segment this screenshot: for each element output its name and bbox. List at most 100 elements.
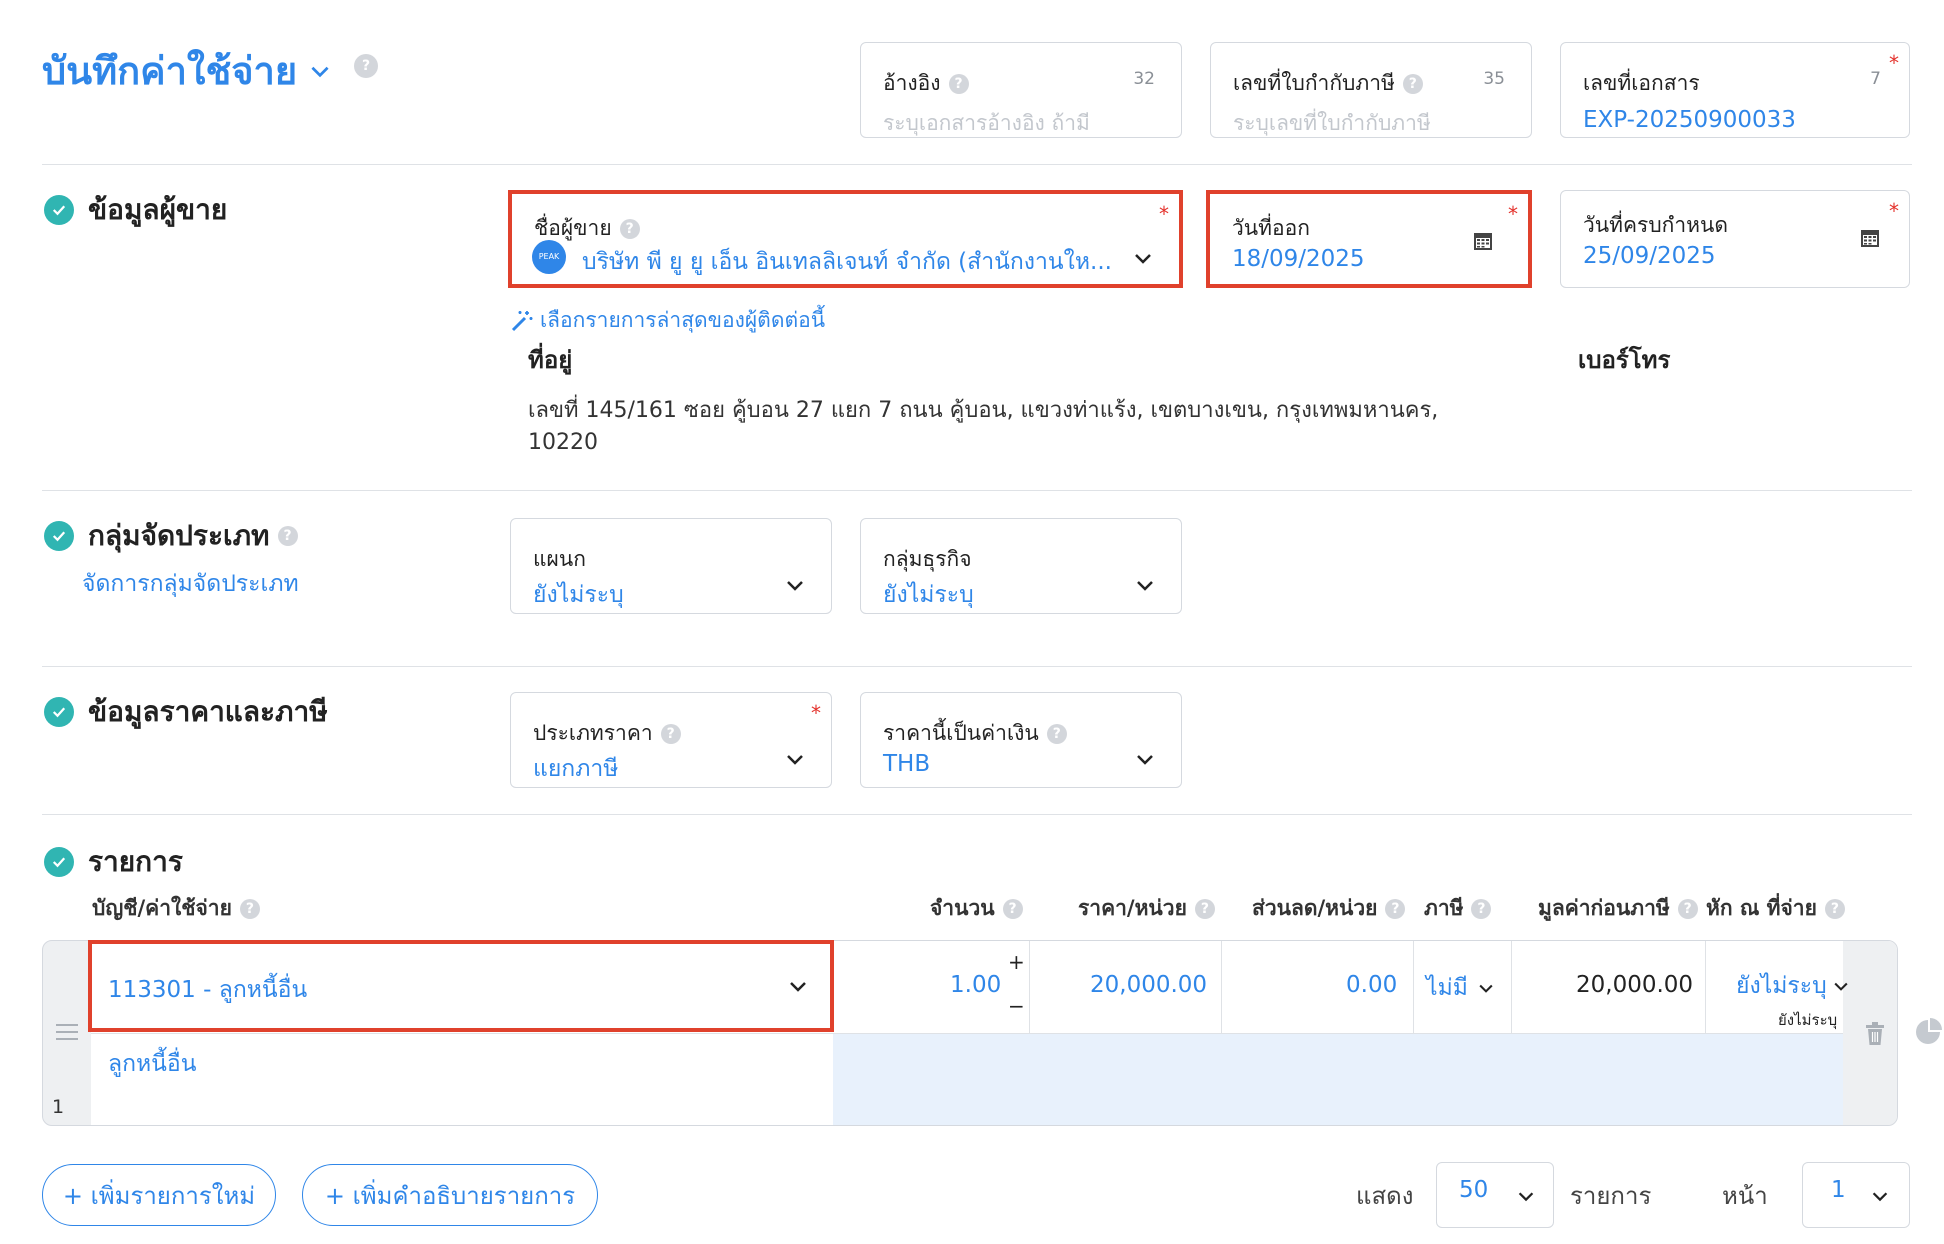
item-description-input[interactable]: ลูกหนี้อื่น	[108, 1046, 196, 1082]
help-icon[interactable]: ?	[1046, 724, 1067, 744]
add-description-button[interactable]: + เพิ่มคำอธิบายรายการ	[302, 1164, 598, 1226]
row-number: 1	[52, 1096, 65, 1118]
trash-icon[interactable]	[1864, 1022, 1886, 1046]
doc-number-field[interactable]: เลขที่เอกสาร 7 * EXP-20250900033	[1560, 42, 1910, 138]
add-item-button[interactable]: + เพิ่มรายการใหม่	[42, 1164, 276, 1226]
calendar-icon[interactable]	[1472, 230, 1494, 252]
currency-value: THB	[883, 751, 931, 777]
price-type-value: แยกภาษี	[533, 756, 619, 782]
chevron-down-icon	[1479, 984, 1493, 993]
help-icon[interactable]: ?	[277, 526, 298, 546]
required-mark: *	[1159, 202, 1169, 226]
chevron-down-icon	[787, 755, 803, 765]
chevron-down-icon	[1135, 254, 1151, 264]
qty-input[interactable]: 1.00	[950, 972, 1001, 998]
wht-select[interactable]: ยังไม่ระบุ	[1736, 968, 1851, 1004]
business-group-value: ยังไม่ระบุ	[883, 582, 974, 608]
address-line1: เลขที่ 145/161 ซอย คู้บอน 27 แยก 7 ถนน ค…	[528, 398, 1439, 423]
issue-date-label: วันที่ออก	[1232, 216, 1310, 240]
items-label: รายการ	[1570, 1182, 1652, 1210]
help-icon[interactable]: ?	[239, 899, 260, 919]
price-type-select[interactable]: ประเภทราคา? * แยกภาษี	[510, 692, 832, 788]
qty-decrement-button[interactable]: −	[1008, 994, 1025, 1018]
help-icon[interactable]: ?	[619, 219, 640, 239]
help-icon[interactable]: ?	[1002, 899, 1023, 919]
help-icon[interactable]: ?	[1402, 74, 1423, 94]
col-header-account: บัญชี/ค่าใช้จ่าย?	[92, 892, 260, 925]
due-date-field[interactable]: วันที่ครบกำหนด * 25/09/2025	[1560, 190, 1910, 288]
vendor-name-field[interactable]: ชื่อผู้ขาย? * PEAK บริษัท พี ยู ยู เอ็น …	[508, 190, 1183, 288]
help-icon[interactable]: ?	[948, 74, 969, 94]
help-icon[interactable]: ?	[1194, 899, 1215, 919]
wht-subtext: ยังไม่ระบุ	[1778, 1011, 1838, 1029]
col-header-unit-price: ราคา/หน่วย?	[1078, 892, 1215, 925]
page-select[interactable]: 1	[1802, 1162, 1910, 1228]
col-header-qty: จำนวน?	[930, 892, 1023, 925]
help-icon[interactable]: ?	[1677, 899, 1698, 919]
issue-date-field[interactable]: วันที่ออก * 18/09/2025	[1206, 190, 1532, 288]
doc-number-label: เลขที่เอกสาร	[1583, 71, 1700, 95]
pie-chart-icon[interactable]	[1914, 1018, 1942, 1046]
currency-select[interactable]: ราคานี้เป็นค่าเงิน? THB	[860, 692, 1182, 788]
account-value: 113301 - ลูกหนี้อื่น	[108, 977, 308, 1003]
col-header-pre-tax: มูลค่าก่อนภาษี?	[1538, 892, 1698, 925]
department-label: แผนก	[533, 547, 586, 571]
check-circle-icon	[44, 521, 74, 551]
help-icon[interactable]: ?	[354, 54, 378, 78]
recent-items-link[interactable]: เลือกรายการล่าสุดของผู้ติดต่อนี้	[510, 304, 825, 337]
vendor-name-label: ชื่อผู้ขาย	[534, 216, 612, 240]
doc-number-input[interactable]: EXP-20250900033	[1583, 107, 1796, 133]
tax-value: ไม่มี	[1426, 975, 1468, 1001]
chevron-down-icon	[787, 581, 803, 591]
required-mark: *	[811, 701, 821, 725]
per-page-select[interactable]: 50	[1436, 1162, 1554, 1228]
col-header-discount: ส่วนลด/หน่วย?	[1252, 892, 1406, 925]
group-section-title: กลุ่มจัดประเภท ?	[44, 514, 298, 558]
tax-invoice-input[interactable]: ระบุเลขที่ใบกำกับภาษี	[1233, 107, 1431, 140]
business-group-label: กลุ่มธุรกิจ	[883, 547, 972, 571]
calendar-icon[interactable]	[1859, 227, 1881, 249]
help-icon[interactable]: ?	[1385, 899, 1406, 919]
required-mark: *	[1889, 51, 1899, 75]
chevron-down-icon	[790, 982, 806, 992]
reference-char-count: 32	[1133, 69, 1155, 89]
tax-invoice-char-count: 35	[1483, 69, 1505, 89]
pre-tax-value: 20,000.00	[1576, 972, 1694, 998]
chevron-down-icon	[1137, 755, 1153, 765]
account-select[interactable]: 113301 - ลูกหนี้อื่น	[88, 940, 834, 1032]
address-line2: 10220	[528, 430, 598, 455]
due-date-label: วันที่ครบกำหนด	[1583, 213, 1728, 237]
help-icon[interactable]: ?	[660, 724, 681, 744]
page-label: หน้า	[1722, 1182, 1768, 1210]
tax-invoice-field[interactable]: เลขที่ใบกำกับภาษี? 35 ระบุเลขที่ใบกำกับภ…	[1210, 42, 1532, 138]
doc-number-char-count: 7	[1870, 69, 1881, 89]
vendor-name-value: บริษัท พี ยู ยู เอ็น อินเทลลิเจนท์ จำกัด…	[582, 249, 1112, 275]
manage-groups-link[interactable]: จัดการกลุ่มจัดประเภท	[82, 566, 299, 602]
help-icon[interactable]: ?	[1824, 899, 1845, 919]
items-section-title: รายการ	[44, 840, 183, 884]
reference-label: อ้างอิง	[883, 71, 941, 95]
discount-input[interactable]: 0.00	[1346, 972, 1397, 998]
chevron-down-icon	[1137, 581, 1153, 591]
chevron-down-icon	[1518, 1192, 1534, 1202]
page-title-dropdown[interactable]: บันทึกค่าใช้จ่าย	[42, 40, 333, 101]
page-title: บันทึกค่าใช้จ่าย	[42, 49, 298, 93]
col-header-wht: หัก ณ ที่จ่าย?	[1706, 892, 1845, 925]
qty-increment-button[interactable]: +	[1008, 950, 1025, 974]
reference-input[interactable]: ระบุเอกสารอ้างอิง ถ้ามี	[883, 107, 1090, 140]
per-page-value: 50	[1459, 1177, 1489, 1203]
divider	[42, 814, 1912, 815]
reference-field[interactable]: อ้างอิง? 32 ระบุเอกสารอ้างอิง ถ้ามี	[860, 42, 1182, 138]
divider	[42, 164, 1912, 165]
issue-date-value: 18/09/2025	[1232, 246, 1365, 272]
department-select[interactable]: แผนก ยังไม่ระบุ	[510, 518, 832, 614]
divider	[42, 666, 1912, 667]
help-icon[interactable]: ?	[1471, 899, 1492, 919]
tax-select[interactable]: ไม่มี	[1426, 970, 1496, 1006]
drag-handle-icon[interactable]	[56, 1024, 78, 1040]
unit-price-input[interactable]: 20,000.00	[1090, 972, 1207, 998]
tax-invoice-label: เลขที่ใบกำกับภาษี	[1233, 71, 1395, 95]
page-value: 1	[1831, 1177, 1846, 1203]
business-group-select[interactable]: กลุ่มธุรกิจ ยังไม่ระบุ	[860, 518, 1182, 614]
vendor-logo: PEAK	[532, 240, 566, 274]
